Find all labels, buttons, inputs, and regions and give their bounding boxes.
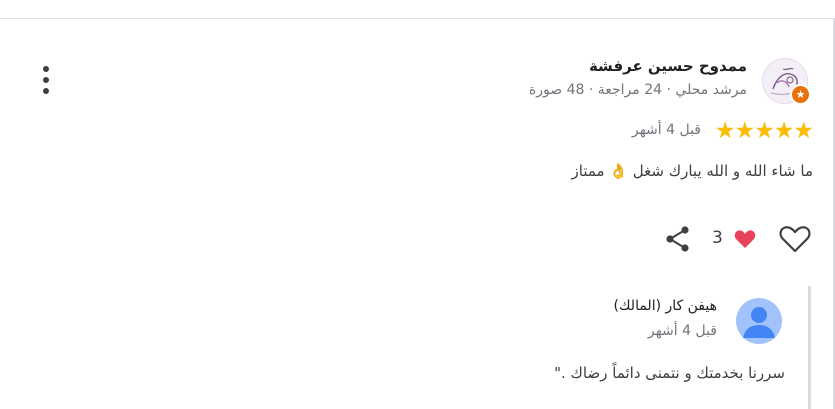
top-divider [0, 18, 835, 19]
review-panel: ★ ممدوح حسين عرفشة مرشد محلي · 24 مراجعة… [0, 0, 835, 409]
owner-name: هيفن كار (المالك) [613, 298, 717, 314]
reviewer-meta: مرشد محلي · 24 مراجعة · 48 صورة [528, 82, 747, 98]
more-vert-icon [43, 66, 49, 72]
reaction-count: 3 [712, 228, 723, 248]
share-button[interactable] [664, 224, 692, 254]
reviewer-avatar[interactable]: ★ [762, 58, 811, 105]
review-date: قبل 4 أشهر [631, 122, 701, 138]
reply-indent-bar [808, 286, 811, 409]
review-text: ما شاء الله و الله يبارك شغل 👌 ممتاز [571, 162, 813, 180]
heart-outline-icon [779, 226, 811, 253]
reviewer-name[interactable]: ممدوح حسين عرفشة [589, 57, 747, 75]
local-guide-badge-icon: ★ [790, 84, 811, 105]
owner-avatar [736, 298, 782, 344]
owner-reply-date: قبل 4 أشهر [647, 323, 717, 339]
owner-reply-text: سررنا بخدمتك و نتمنى دائماً رضاك ." [554, 364, 785, 382]
star-rating: ★★★★★ [714, 118, 814, 144]
share-icon [666, 226, 689, 252]
person-icon [743, 307, 775, 338]
more-vert-icon [43, 88, 49, 94]
more-options-button[interactable] [36, 64, 58, 96]
more-vert-icon [43, 77, 49, 83]
like-button[interactable] [778, 224, 812, 254]
heart-filled-icon [733, 228, 757, 250]
